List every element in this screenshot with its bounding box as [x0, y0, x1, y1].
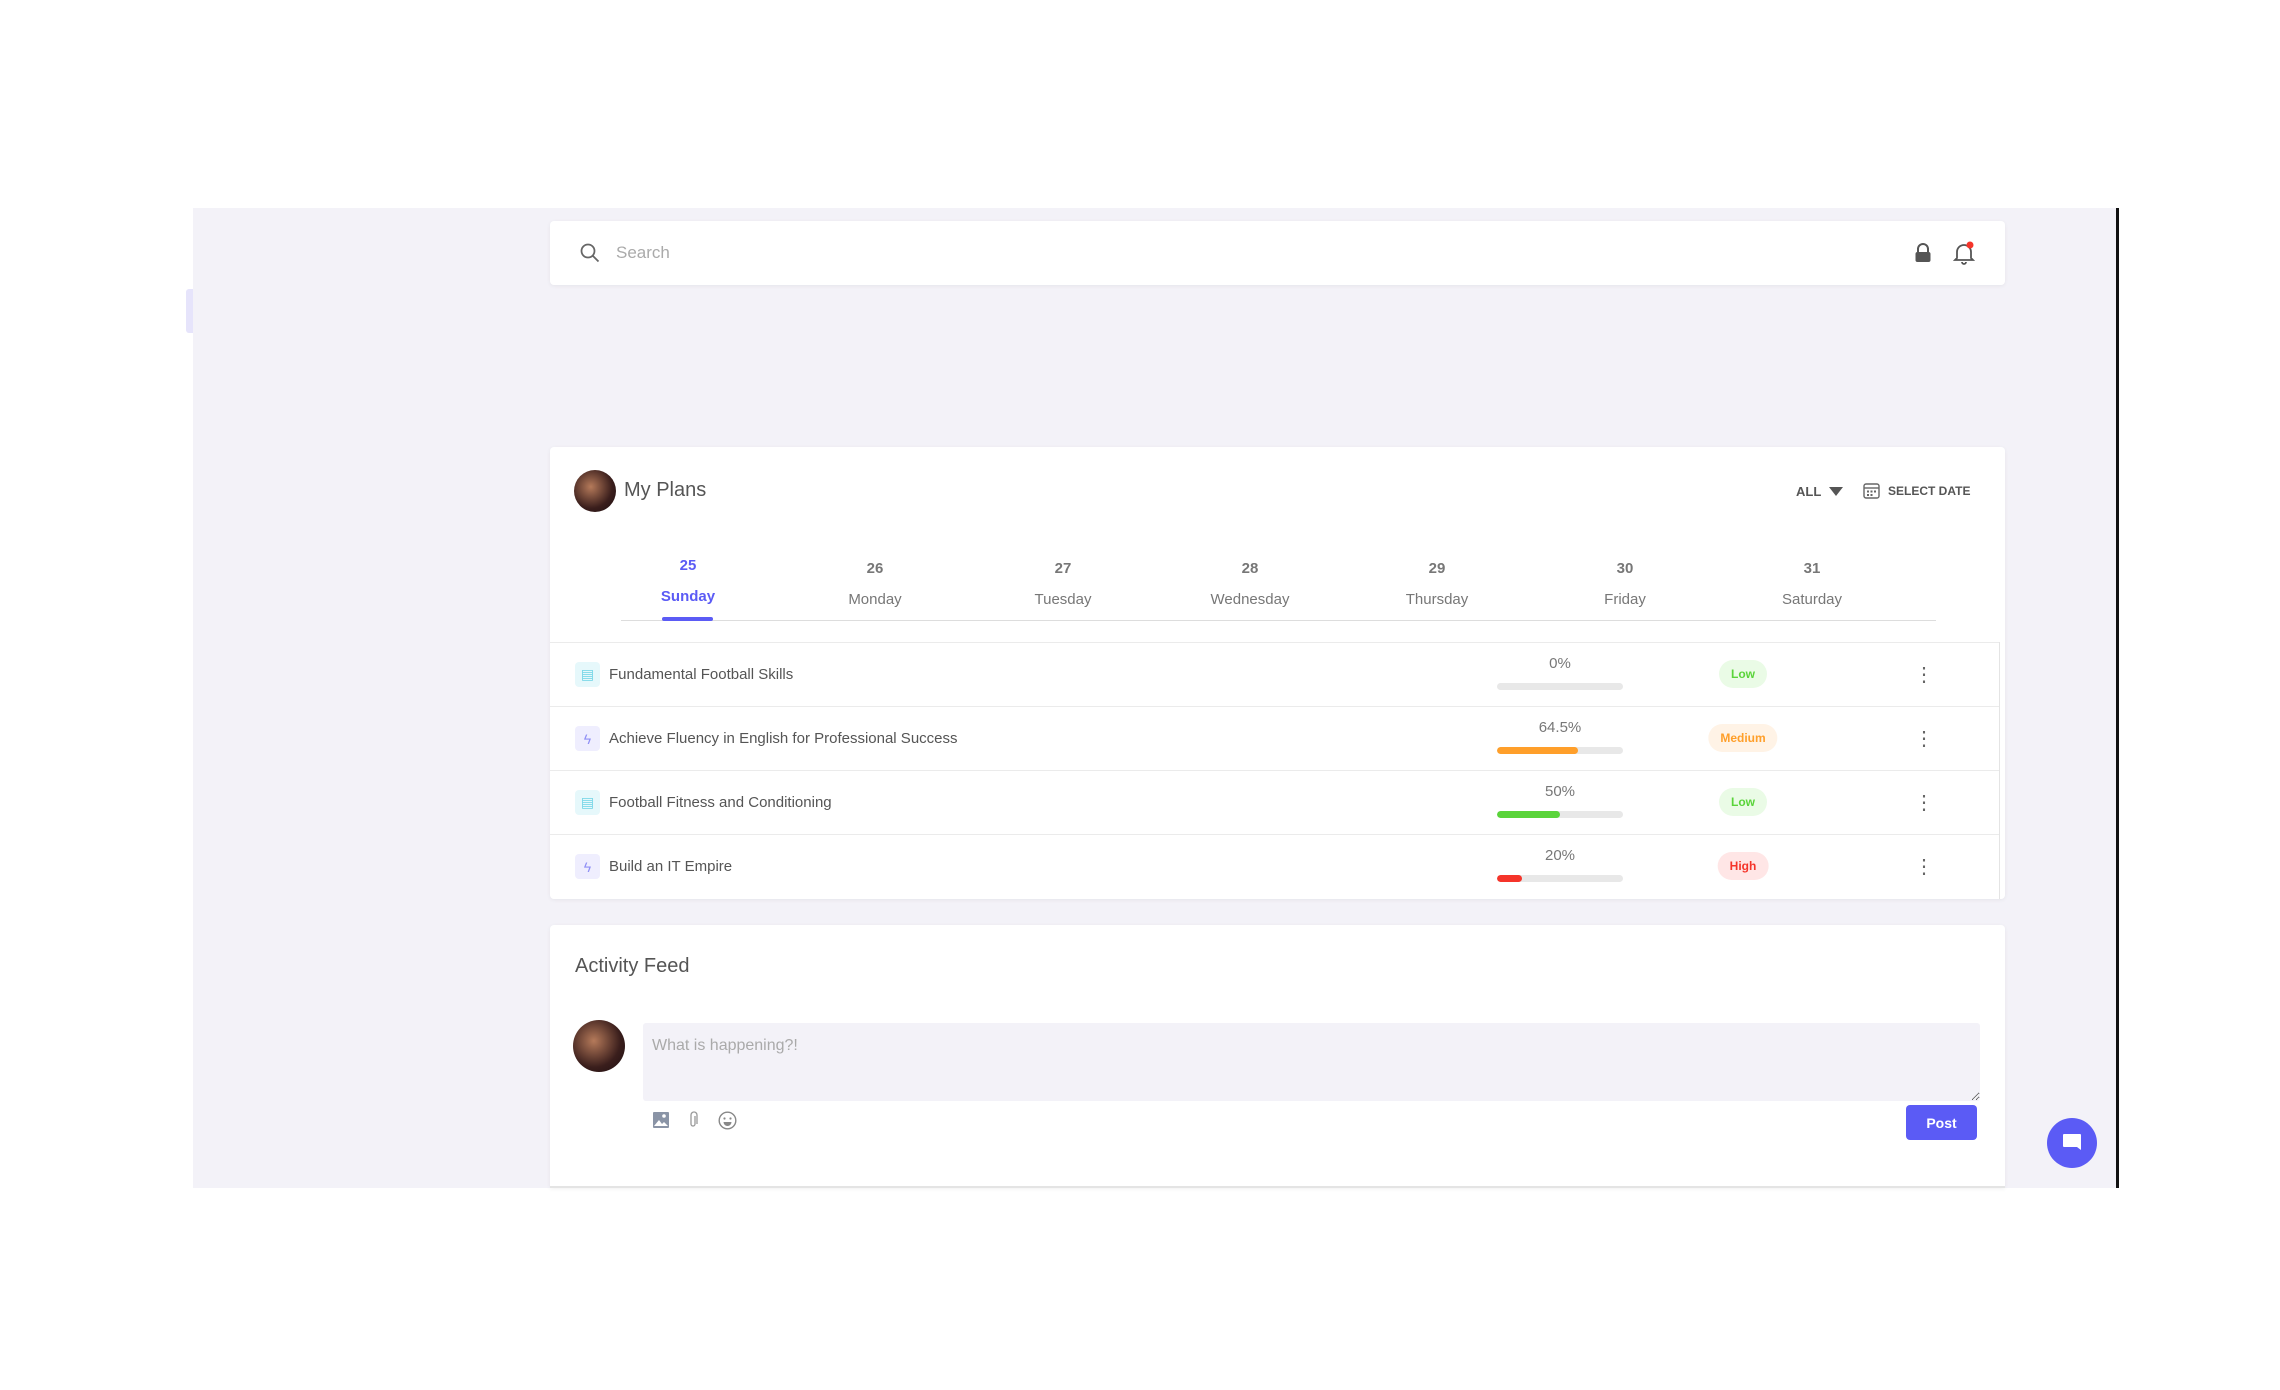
priority-badge: Medium [1708, 724, 1778, 752]
progress-label: 0% [1549, 655, 1571, 672]
select-date-label: SELECT DATE [1888, 483, 1971, 498]
day-name: Tuesday [1034, 591, 1092, 608]
top-search-bar [550, 221, 2005, 285]
search-icon [580, 243, 600, 263]
day-tab-wednesday[interactable]: 28 Wednesday [1170, 560, 1330, 608]
image-icon[interactable] [652, 1111, 670, 1129]
lock-icon[interactable] [1914, 243, 1932, 263]
day-number: 25 [679, 557, 697, 574]
day-name: Saturday [1781, 591, 1843, 608]
day-tab-sunday[interactable]: 25 Sunday [608, 557, 768, 605]
post-input[interactable] [643, 1023, 1980, 1101]
calendar-icon [1863, 483, 1880, 499]
activity-title: Activity Feed [575, 955, 690, 977]
list-icon: ▤ [575, 790, 600, 815]
day-tab-tuesday[interactable]: 27 Tuesday [983, 560, 1143, 608]
select-date-button[interactable]: SELECT DATE [1863, 482, 1970, 499]
emoji-icon[interactable] [718, 1111, 737, 1130]
priority-badge: Low [1719, 788, 1767, 816]
bell-icon[interactable] [1953, 241, 1975, 265]
filter-value: ALL [1796, 484, 1822, 499]
my-plans-card: My Plans ALL SELECT DATE 25 Sunday 26 Monda… [550, 447, 2005, 899]
day-number: 30 [1616, 560, 1634, 577]
plan-title: Achieve Fluency in English for Professio… [609, 730, 958, 747]
progress-label: 50% [1544, 783, 1576, 800]
paperclip-icon[interactable] [688, 1111, 698, 1129]
sidebar-toggle-tab[interactable] [186, 289, 193, 333]
day-tab-thursday[interactable]: 29 Thursday [1357, 560, 1517, 608]
avatar [574, 470, 616, 512]
progress-label: 64.5% [1538, 719, 1582, 736]
day-number: 29 [1428, 560, 1446, 577]
day-number: 28 [1241, 560, 1259, 577]
caret-down-icon [1829, 487, 1844, 496]
tabs-divider [621, 620, 1936, 621]
progress-bar [1497, 875, 1623, 882]
plan-row[interactable]: ϟ Achieve Fluency in English for Profess… [550, 706, 1999, 770]
day-tab-saturday[interactable]: 31 Saturday [1732, 560, 1892, 608]
day-name: Thursday [1405, 591, 1469, 608]
plan-title: Fundamental Football Skills [609, 666, 794, 683]
progress-fill [1497, 747, 1579, 754]
progress-bar [1497, 683, 1623, 690]
day-number: 26 [866, 560, 884, 577]
day-name: Sunday [660, 588, 716, 605]
progress-fill [1497, 875, 1523, 882]
search-input[interactable] [616, 237, 1816, 269]
day-name: Wednesday [1210, 591, 1290, 608]
day-tab-friday[interactable]: 30 Friday [1545, 560, 1705, 608]
day-number: 31 [1803, 560, 1821, 577]
priority-badge: Low [1719, 660, 1767, 688]
more-options-icon[interactable]: ⋮ [1914, 789, 1934, 817]
more-options-icon[interactable]: ⋮ [1914, 853, 1934, 881]
day-tab-monday[interactable]: 26 Monday [795, 560, 955, 608]
priority-badge: High [1717, 852, 1769, 880]
plan-title: Football Fitness and Conditioning [609, 794, 832, 811]
progress-bar [1497, 811, 1623, 818]
plan-row[interactable]: ϟ Build an IT Empire 20% High ⋮ [550, 834, 1999, 898]
day-name: Friday [1604, 591, 1646, 608]
day-name: Monday [848, 591, 902, 608]
bolt-icon: ϟ [575, 854, 600, 879]
bolt-icon: ϟ [575, 726, 600, 751]
chat-launcher-button[interactable] [2047, 1118, 2097, 1168]
day-number: 27 [1054, 560, 1072, 577]
more-options-icon[interactable]: ⋮ [1914, 725, 1934, 753]
plan-row[interactable]: ▤ Football Fitness and Conditioning 50% … [550, 770, 1999, 834]
more-options-icon[interactable]: ⋮ [1914, 661, 1934, 689]
post-button[interactable]: Post [1906, 1105, 1977, 1140]
plan-row[interactable]: ▤ Fundamental Football Skills 0% Low ⋮ [550, 642, 1999, 706]
activity-feed-card: Activity Feed Post [550, 925, 2005, 1188]
list-scroll-edge [1999, 642, 2000, 899]
filter-dropdown[interactable]: ALL [1796, 484, 1844, 499]
avatar [573, 1020, 625, 1072]
progress-label: 20% [1544, 847, 1576, 864]
progress-bar [1497, 747, 1623, 754]
active-tab-indicator [662, 617, 713, 621]
chat-bubble-icon [2063, 1134, 2081, 1150]
plans-title: My Plans [624, 479, 707, 501]
list-icon: ▤ [575, 662, 600, 687]
plan-title: Build an IT Empire [609, 858, 733, 875]
progress-fill [1497, 811, 1560, 818]
